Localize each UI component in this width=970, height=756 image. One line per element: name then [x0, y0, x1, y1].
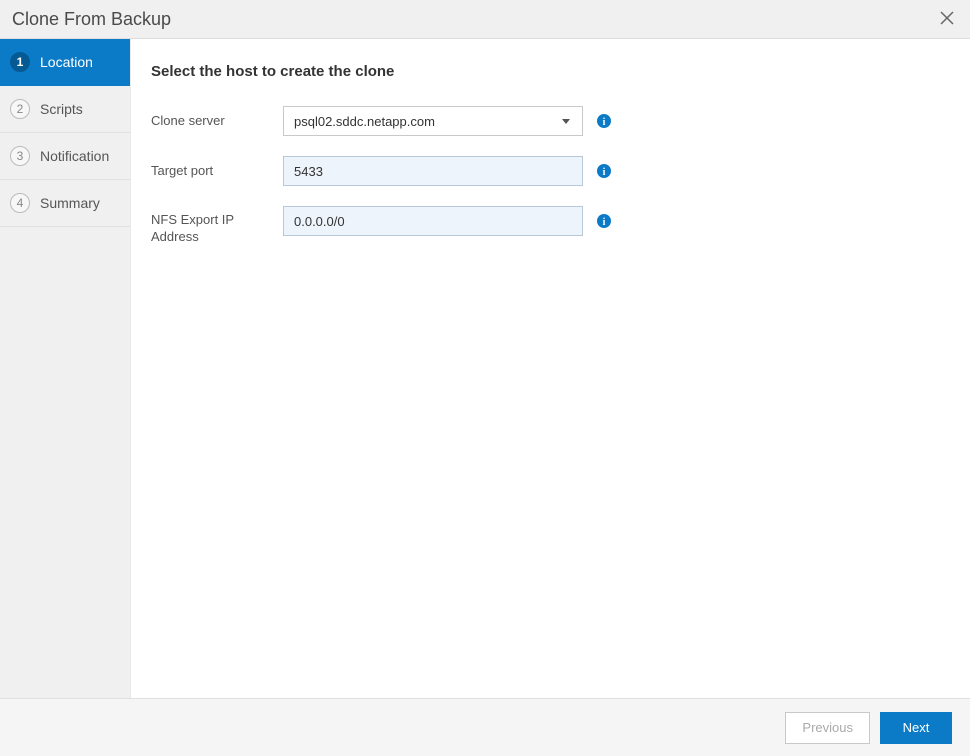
nfs-export-label: NFS Export IP Address	[151, 206, 283, 246]
step-label: Summary	[40, 195, 100, 211]
step-scripts[interactable]: 2 Scripts	[0, 86, 130, 133]
svg-text:i: i	[603, 167, 606, 178]
clone-server-dropdown[interactable]: psql02.sddc.netapp.com	[283, 106, 583, 136]
step-number: 3	[10, 146, 30, 166]
svg-text:i: i	[603, 117, 606, 128]
previous-button[interactable]: Previous	[785, 712, 870, 744]
step-number: 2	[10, 99, 30, 119]
target-port-value: 5433	[294, 164, 323, 179]
step-summary[interactable]: 4 Summary	[0, 180, 130, 227]
target-port-input[interactable]: 5433	[283, 156, 583, 186]
info-icon[interactable]: i	[597, 214, 611, 228]
titlebar: Clone From Backup	[0, 0, 970, 39]
step-number: 1	[10, 52, 30, 72]
next-button[interactable]: Next	[880, 712, 952, 744]
nfs-export-value: 0.0.0.0/0	[294, 214, 345, 229]
info-icon[interactable]: i	[597, 114, 611, 128]
clone-server-label: Clone server	[151, 113, 283, 130]
nfs-export-input[interactable]: 0.0.0.0/0	[283, 206, 583, 236]
step-number: 4	[10, 193, 30, 213]
dialog-title: Clone From Backup	[12, 9, 171, 30]
clone-server-value: psql02.sddc.netapp.com	[294, 114, 435, 129]
step-label: Scripts	[40, 101, 83, 117]
info-icon[interactable]: i	[597, 164, 611, 178]
main-panel: Select the host to create the clone Clon…	[130, 39, 970, 698]
close-icon[interactable]	[940, 10, 954, 28]
step-label: Location	[40, 54, 93, 70]
nfs-export-row: NFS Export IP Address 0.0.0.0/0 i	[151, 206, 950, 246]
step-location[interactable]: 1 Location	[0, 39, 130, 86]
footer: Previous Next	[0, 698, 970, 756]
target-port-label: Target port	[151, 163, 283, 180]
page-heading: Select the host to create the clone	[151, 63, 950, 80]
step-label: Notification	[40, 148, 109, 164]
chevron-down-icon	[562, 119, 570, 124]
svg-text:i: i	[603, 217, 606, 228]
clone-from-backup-dialog: Clone From Backup 1 Location 2 Scripts 3…	[0, 0, 970, 756]
step-notification[interactable]: 3 Notification	[0, 133, 130, 180]
target-port-row: Target port 5433 i	[151, 156, 950, 186]
clone-server-row: Clone server psql02.sddc.netapp.com i	[151, 106, 950, 136]
wizard-sidebar: 1 Location 2 Scripts 3 Notification 4 Su…	[0, 39, 130, 698]
